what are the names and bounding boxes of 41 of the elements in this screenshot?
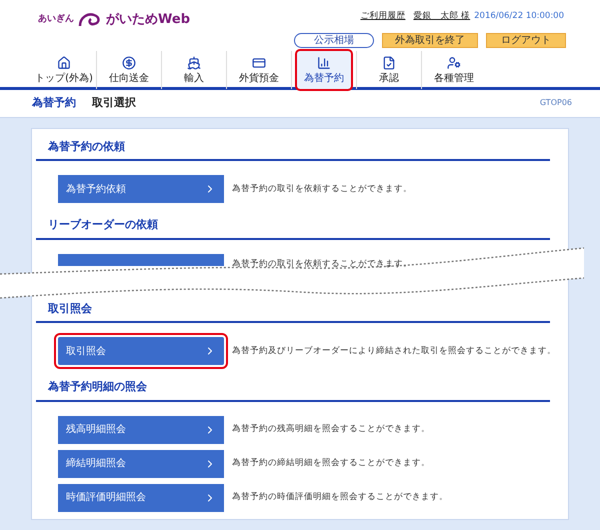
nav-tab[interactable]: 仕向送金 — [102, 50, 156, 89]
header-button[interactable]: 外為取引を終了 — [382, 32, 478, 48]
home-icon — [57, 56, 71, 70]
nav-tab[interactable]: 為替予約 — [297, 50, 351, 89]
nav-tab[interactable]: トップ(外為) — [37, 50, 91, 89]
bank-name: あいぎん — [38, 13, 74, 26]
header-button[interactable]: ログアウト — [486, 32, 566, 48]
item-description: 為替予約の取引を依頼することができます。 — [232, 182, 412, 196]
card-icon — [252, 56, 266, 70]
menu-button[interactable]: 取引照会 — [58, 337, 224, 365]
breadcrumb-section: 為替予約 — [32, 95, 76, 112]
menu-button[interactable]: 為替予約依頼 — [58, 175, 224, 204]
brand-name: がいためWeb — [106, 11, 190, 29]
chart-icon — [317, 56, 331, 70]
coin-icon — [122, 56, 136, 70]
menu-button[interactable]: 残高明細照会 — [58, 416, 224, 444]
user-name-link[interactable]: 愛銀 太郎 様 — [413, 10, 470, 23]
history-link[interactable]: ご利用履歴 — [360, 10, 406, 23]
section-heading: リーブオーダーの依頼 — [36, 207, 550, 240]
ship-icon — [187, 56, 201, 70]
nav-tab[interactable]: 外貨預金 — [232, 50, 286, 89]
item-description: 為替予約の残高明細を照会することができます。 — [232, 423, 430, 436]
item-description: 為替予約及びリーブオーダーにより締結された取引を照会することができます。 — [232, 344, 556, 358]
item-description: 為替予約の時価評価明細を照会することができます。 — [232, 491, 448, 504]
item-description: 為替予約の取引を依頼することができます。 — [232, 258, 412, 270]
section-heading: 為替予約明細の照会 — [36, 369, 550, 402]
datetime: 2016/06/22 10:00:00 — [474, 10, 564, 23]
menu-button[interactable]: 締結明細照会 — [58, 450, 224, 478]
nav-tab[interactable]: 輸入 — [167, 50, 221, 89]
page-title: 取引選択 — [92, 95, 136, 111]
nav-tab[interactable]: 各種管理 — [427, 50, 481, 89]
item-description: 為替予約の締結明細を照会することができます。 — [232, 457, 430, 470]
menu-button[interactable] — [58, 254, 224, 266]
nav-tab[interactable]: 承認 — [362, 50, 416, 89]
logo-icon — [78, 12, 102, 27]
screen-id: GTOP06 — [540, 97, 572, 110]
user-gear-icon — [447, 56, 461, 70]
header-button[interactable]: 公示相場 — [294, 32, 374, 48]
document-check-icon — [382, 56, 396, 70]
menu-button[interactable]: 時価評価明細照会 — [58, 484, 224, 512]
section-heading: 為替予約の依頼 — [36, 128, 550, 162]
